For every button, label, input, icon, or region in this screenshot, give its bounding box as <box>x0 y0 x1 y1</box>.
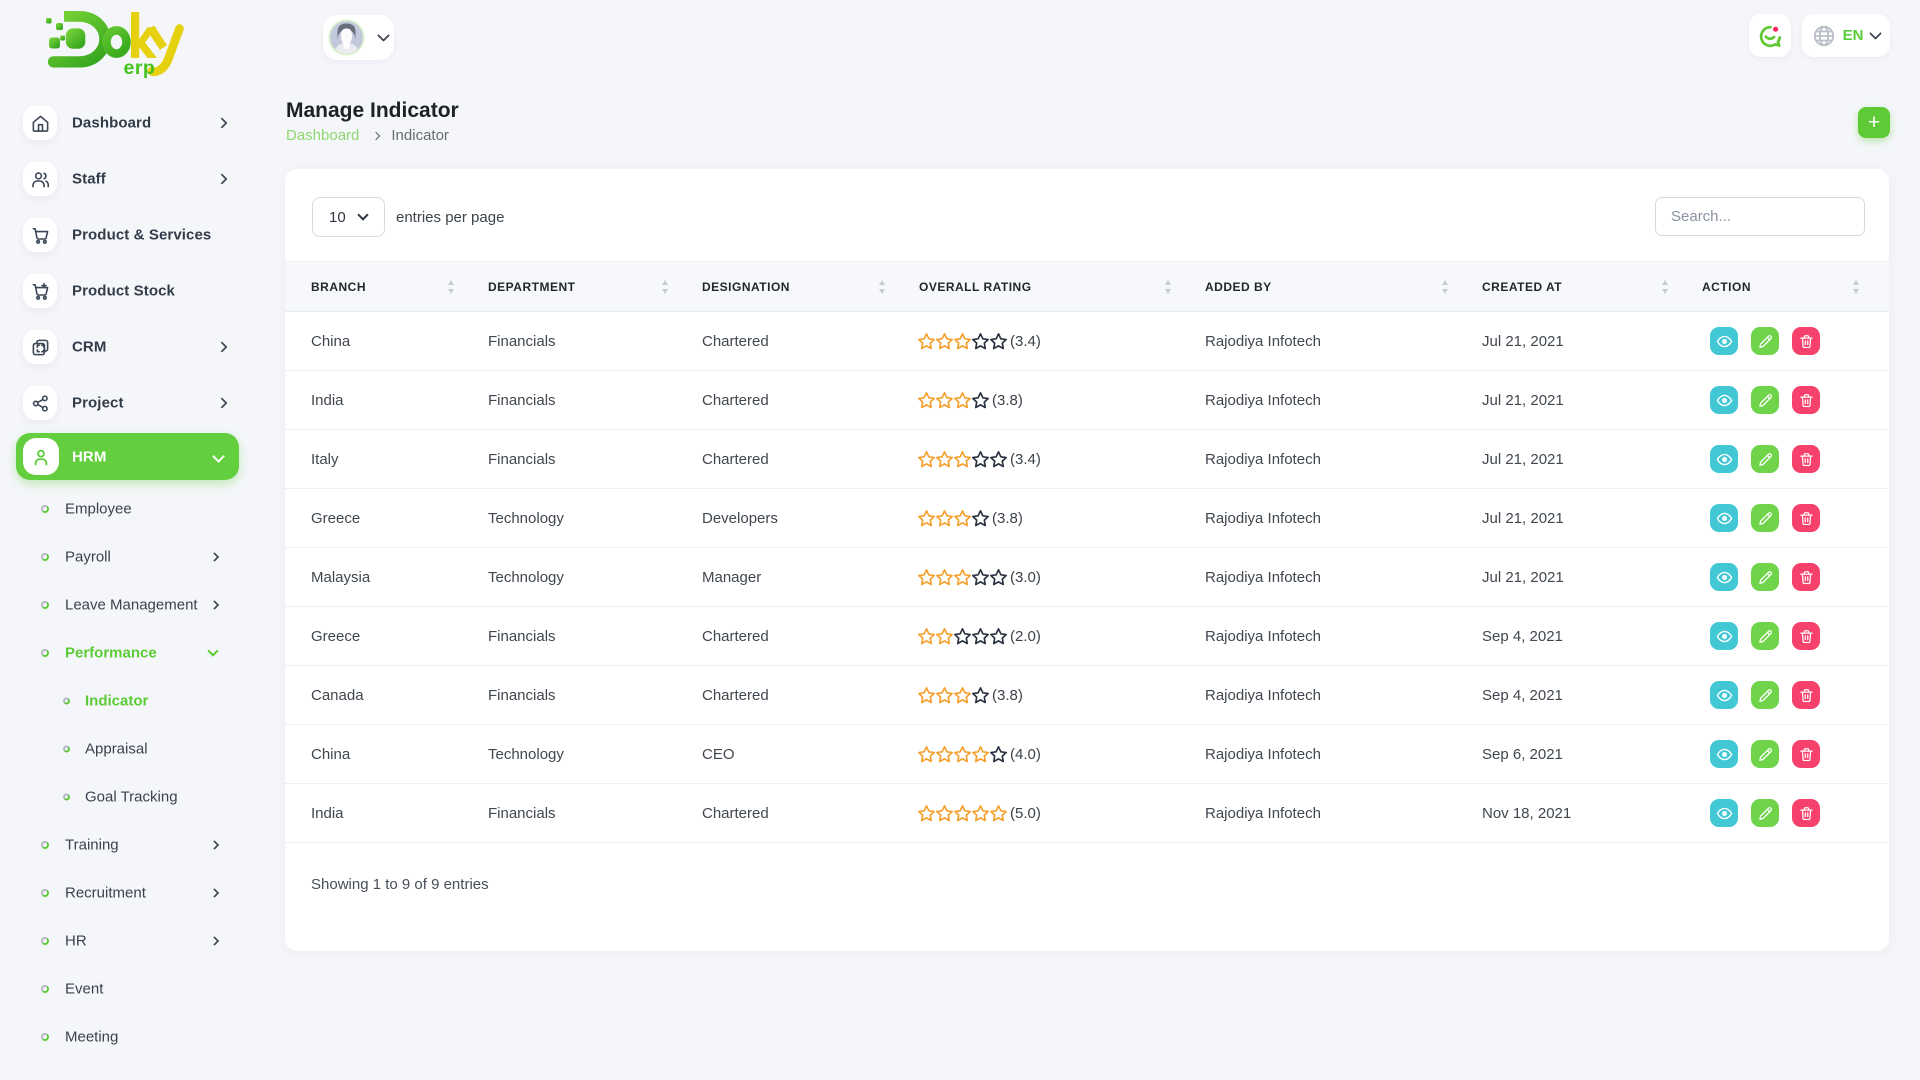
svg-text:erp: erp <box>124 57 156 79</box>
